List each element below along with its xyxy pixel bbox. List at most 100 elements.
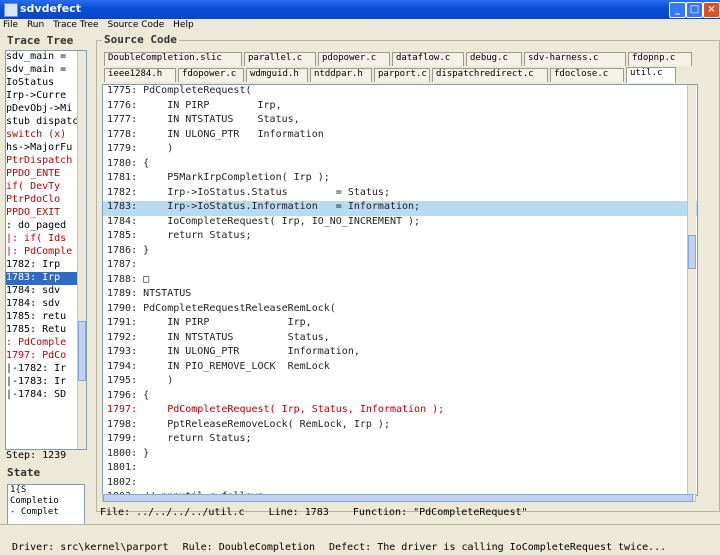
trace-tree-row[interactable]: 1785: Retu: [6, 324, 86, 337]
trace-tree-row[interactable]: |-1783: Ir: [6, 376, 86, 389]
trace-tree-row[interactable]: PtrPdoClo: [6, 194, 86, 207]
menu-bar: File Run Trace Tree Source Code Help: [0, 19, 720, 32]
code-line: 1798: PptReleaseRemoveLock( RemLock, Irp…: [107, 418, 390, 430]
tab-parport-c[interactable]: parport.c: [374, 68, 430, 82]
source-scroll-thumb[interactable]: [688, 235, 696, 269]
code-line: 1793: IN ULONG_PTR Information,: [107, 346, 360, 357]
trace-tree-row[interactable]: sdv_main =: [6, 64, 86, 77]
code-line: 1775: PdCompleteRequest(: [107, 85, 252, 96]
status-driver: Driver: src\kernel\parport: [12, 542, 169, 553]
file-path: File: ../../../../util.c: [100, 507, 245, 518]
code-line: 1791: IN PIRP Irp,: [107, 317, 312, 328]
step-counter: Step: 1239: [6, 450, 67, 461]
code-line: 1778: IN ULONG_PTR Information: [107, 128, 324, 140]
trace-tree-row[interactable]: : PdComple: [6, 337, 86, 350]
trace-tree-row[interactable]: |: PdComple: [6, 246, 86, 259]
code-line: 1781: P5MarkIrpCompletion( Irp );: [107, 172, 330, 183]
tab-debug-c[interactable]: debug.c: [466, 52, 522, 66]
trace-tree-scroll-thumb[interactable]: [78, 321, 86, 381]
tab-fdopnp-c[interactable]: fdopnp.c: [628, 52, 692, 66]
trace-tree-row[interactable]: IoStatus: [6, 77, 86, 90]
tab-pdopower-c[interactable]: pdopower.c: [318, 52, 390, 66]
menu-source-code[interactable]: Source Code: [104, 19, 167, 32]
code-line: 1802:: [107, 476, 138, 488]
source-scrollbar[interactable]: [687, 85, 696, 495]
tab-row-2: ieee1284.h fdopower.c wdmguid.h ntddpar.…: [104, 67, 694, 83]
trace-tree-row[interactable]: pDevObj->Mi: [6, 103, 86, 116]
tab-dataflow-c[interactable]: dataflow.c: [392, 52, 464, 66]
code-line: 1801:: [107, 462, 138, 473]
status-bar: Driver: src\kernel\parport Rule: DoubleCo…: [0, 524, 720, 553]
code-line: 1783: Irp->IoStatus.Information = Inform…: [103, 201, 697, 216]
trace-tree-row[interactable]: |: if( Ids: [6, 233, 86, 246]
menu-trace-tree[interactable]: Trace Tree: [50, 19, 102, 32]
trace-tree-row[interactable]: switch (x): [6, 129, 86, 142]
trace-tree-row[interactable]: : do_paged: [6, 220, 86, 233]
code-line: 1786: }: [107, 244, 150, 256]
tab-ntddpar-h[interactable]: ntddpar.h: [310, 68, 372, 82]
trace-tree-row[interactable]: PPDO_EXIT: [6, 207, 86, 220]
maximize-button[interactable]: □: [686, 2, 703, 18]
trace-tree-row[interactable]: PPDO_ENTE: [6, 168, 86, 181]
trace-tree-row[interactable]: 1785: retu: [6, 311, 86, 324]
trace-tree-row[interactable]: |-1782: Ir: [6, 363, 86, 376]
code-line: 1796: {: [107, 389, 150, 401]
tab-fdoclose-c[interactable]: fdoclose.c: [550, 68, 624, 82]
source-hscroll-thumb[interactable]: [103, 494, 693, 502]
source-horizontal-scrollbar[interactable]: [102, 494, 696, 502]
tab-parallel-c[interactable]: parallel.c: [244, 52, 316, 66]
minimize-button[interactable]: _: [669, 2, 686, 18]
code-line: 1779: ): [107, 143, 174, 154]
trace-tree-row[interactable]: if( DevTy: [6, 181, 86, 194]
tab-ieee1284-h[interactable]: ieee1284.h: [104, 68, 176, 82]
title-bar: sdvdefect _ □ ×: [0, 0, 720, 19]
menu-help[interactable]: Help: [170, 19, 197, 32]
code-line: 1780: {: [107, 157, 150, 169]
state-label: State: [7, 466, 41, 479]
tab-row-1: DoubleCompletion.slic parallel.c pdopowe…: [104, 52, 694, 67]
trace-tree-row[interactable]: 1797: PdCo: [6, 350, 86, 363]
line-number: Line: 1783: [268, 507, 329, 518]
code-line: 1777: IN NTSTATUS Status,: [107, 114, 300, 125]
trace-tree-row[interactable]: Irp->Curre: [6, 90, 86, 103]
tab-util-c[interactable]: util.c: [626, 67, 676, 83]
tab-doublecompletion-slic[interactable]: DoubleCompletion.slic: [104, 52, 242, 66]
status-defect: Defect: The driver is calling IoComplete…: [329, 542, 667, 553]
state-line: Completio: [10, 496, 59, 506]
trace-tree-row[interactable]: hs->MajorFu: [6, 142, 86, 155]
trace-tree-row[interactable]: sdv_main =: [6, 51, 86, 64]
tab-fdopower-c[interactable]: fdopower.c: [178, 68, 244, 82]
trace-tree-label: Trace Tree: [7, 34, 74, 47]
code-line: 1788: □: [107, 273, 150, 285]
location-bar: File: ../../../../util.c Line: 1783 Func…: [100, 507, 718, 520]
trace-tree-row[interactable]: PtrDispatch: [6, 155, 86, 168]
source-code-view[interactable]: 1775: PdCompleteRequest(1776: IN PIRP Ir…: [102, 84, 698, 496]
menu-run[interactable]: Run: [24, 19, 47, 32]
state-line: - Complet: [10, 507, 59, 517]
code-line: 1790: PdCompleteRequestReleaseRemLock(: [107, 302, 336, 314]
code-line: 1789: NTSTATUS: [107, 288, 192, 299]
code-line: 1787:: [107, 259, 138, 270]
trace-tree-scrollbar[interactable]: [77, 51, 86, 449]
trace-tree-list[interactable]: sdv_main = sdv_main = IoStatus Irp->Curre pD…: [5, 50, 87, 450]
code-line: 1792: IN NTSTATUS Status,: [107, 331, 330, 343]
trace-tree-row[interactable]: stub dispatc: [6, 116, 86, 129]
state-view[interactable]: 1{S Completio - Complet: [7, 484, 85, 526]
trace-tree-row[interactable]: 1784: sdv: [6, 285, 86, 298]
trace-tree-row[interactable]: 1784: sdv: [6, 298, 86, 311]
tab-wdmguid-h[interactable]: wdmguid.h: [246, 68, 308, 82]
tab-sdv-harness-c[interactable]: sdv-harness.c: [524, 52, 626, 66]
menu-file[interactable]: File: [0, 19, 21, 32]
code-line: 1800: }: [107, 447, 150, 459]
code-line: 1784: IoCompleteRequest( Irp, IO_NO_INCR…: [107, 215, 421, 227]
trace-tree-row[interactable]: |-1784: SD: [6, 389, 86, 402]
code-line: 1799: return Status;: [107, 433, 252, 444]
code-line: 1795: ): [107, 375, 174, 386]
function-name: Function: "PdCompleteRequest": [352, 507, 528, 518]
trace-tree-row[interactable]: 1783: Irp: [6, 272, 86, 285]
trace-tree-row[interactable]: 1782: Irp: [6, 259, 86, 272]
status-rule: Rule: DoubleCompletion: [182, 542, 316, 553]
close-button[interactable]: ×: [703, 2, 720, 18]
tab-dispatchredirect-c[interactable]: dispatchredirect.c: [432, 68, 548, 82]
code-line: 1782: Irp->IoStatus.Status = Status;: [107, 186, 390, 198]
